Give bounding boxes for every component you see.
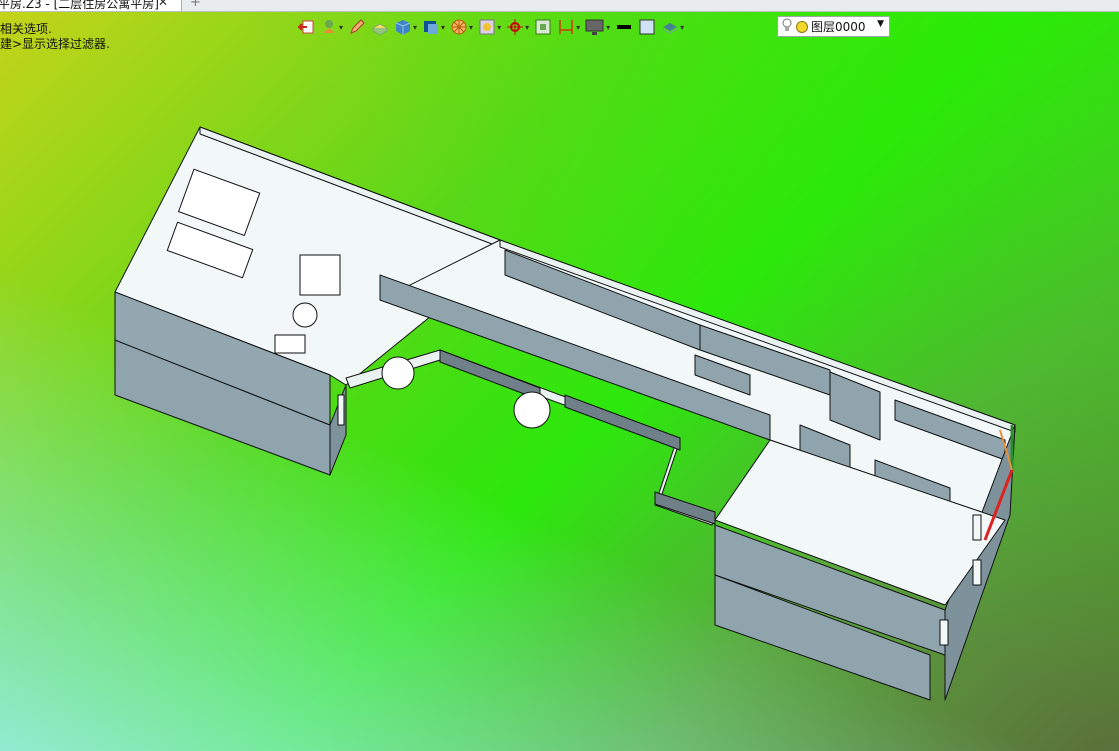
window [939, 619, 949, 646]
window [972, 514, 982, 541]
sofa [274, 334, 306, 354]
balcony-railing-2 [564, 394, 681, 451]
balcony-table [381, 356, 415, 390]
3d-model-viewport[interactable] [0, 0, 1119, 751]
bathroom [299, 254, 341, 296]
round-table [292, 302, 318, 328]
window [337, 394, 345, 426]
window [972, 559, 982, 586]
spiral-stair [513, 391, 551, 429]
balcony-railing-1 [439, 349, 541, 401]
